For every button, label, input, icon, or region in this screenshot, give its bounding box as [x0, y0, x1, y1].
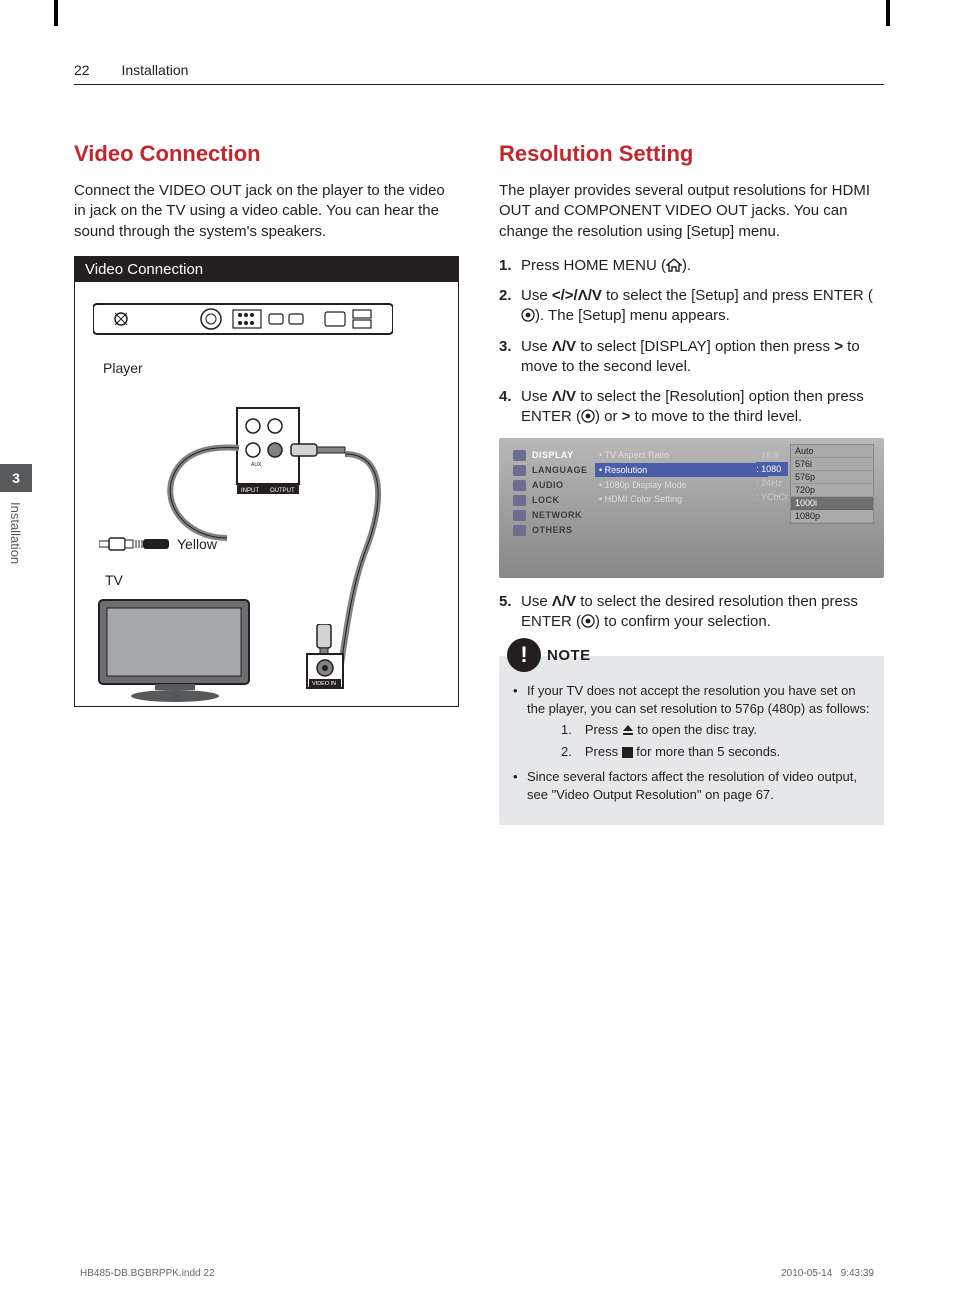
home-icon	[666, 258, 682, 272]
chapter-number: 3	[0, 464, 32, 492]
stop-icon	[622, 747, 633, 758]
step-1: Press HOME MENU ().	[499, 256, 884, 276]
footer-time: 9:43:39	[841, 1268, 874, 1279]
eject-icon	[622, 724, 634, 736]
footer-file: HB485-DB.BGBRPPK.indd 22	[80, 1268, 215, 1279]
step-3: Use Λ/V to select [DISPLAY] option then …	[499, 337, 884, 378]
chapter-label: Installation	[0, 492, 31, 564]
resolution-setting-intro: The player provides several output resol…	[499, 181, 884, 242]
tv-icon	[95, 596, 275, 706]
page-footer: HB485-DB.BGBRPPK.indd 22 2010-05-14 9:43…	[80, 1268, 874, 1279]
rca-plug-icon	[99, 534, 171, 554]
resolution-steps: Press HOME MENU (). Use </>/Λ/V to selec…	[499, 256, 884, 428]
arrow-keys: </>/Λ/V	[552, 287, 602, 304]
diagram-title: Video Connection	[75, 257, 458, 282]
yellow-label: Yellow	[177, 536, 217, 552]
right-column: Resolution Setting The player provides s…	[499, 141, 884, 825]
resolution-setting-heading: Resolution Setting	[499, 141, 884, 167]
arrow-keys: Λ/V	[552, 388, 576, 405]
step-5: Use Λ/V to select the desired resolution…	[499, 592, 884, 633]
step-2: Use </>/Λ/V to select the [Setup] and pr…	[499, 286, 884, 327]
note-box: ! NOTE If your TV does not accept the re…	[499, 656, 884, 825]
tv-label: TV	[105, 572, 123, 588]
step-4: Use Λ/V to select the [Resolution] optio…	[499, 387, 884, 428]
note-icon: !	[507, 638, 541, 672]
player-icon	[93, 300, 393, 340]
right-arrow: >	[834, 338, 843, 355]
note-bullet-2: Since several factors affect the resolut…	[513, 768, 870, 803]
tv-video-in-icon: VIDEO IN	[305, 624, 381, 694]
enter-icon	[581, 409, 595, 423]
video-connection-diagram: Video Connection	[74, 256, 459, 707]
side-tab: 3 Installation	[0, 464, 32, 564]
note-bullet-1: If your TV does not accept the resolutio…	[513, 682, 870, 760]
header-title: Installation	[121, 62, 188, 78]
yellow-plug: Yellow	[99, 534, 217, 554]
footer-date: 2010-05-14	[781, 1268, 832, 1279]
svg-text:VIDEO IN: VIDEO IN	[312, 681, 336, 687]
note-substep-2: 2. Press for more than 5 seconds.	[527, 743, 870, 761]
note-substep-1: 1. Press to open the disc tray.	[527, 721, 870, 739]
arrow-keys: Λ/V	[552, 338, 576, 355]
arrow-keys: Λ/V	[552, 593, 576, 610]
enter-icon	[581, 614, 595, 628]
page-number: 22	[74, 62, 90, 78]
left-column: Video Connection Connect the VIDEO OUT j…	[74, 141, 459, 825]
page-header: 22 Installation	[74, 62, 884, 85]
video-connection-intro: Connect the VIDEO OUT jack on the player…	[74, 181, 459, 242]
resolution-steps-cont: Use Λ/V to select the desired resolution…	[499, 592, 884, 633]
setup-menu-screenshot: DISPLAYLANGUAGEAUDIOLOCKNETWORKOTHERS • …	[499, 438, 884, 578]
note-label: NOTE	[547, 647, 591, 664]
video-connection-heading: Video Connection	[74, 141, 459, 167]
enter-icon	[521, 308, 535, 322]
player-label: Player	[103, 360, 143, 376]
